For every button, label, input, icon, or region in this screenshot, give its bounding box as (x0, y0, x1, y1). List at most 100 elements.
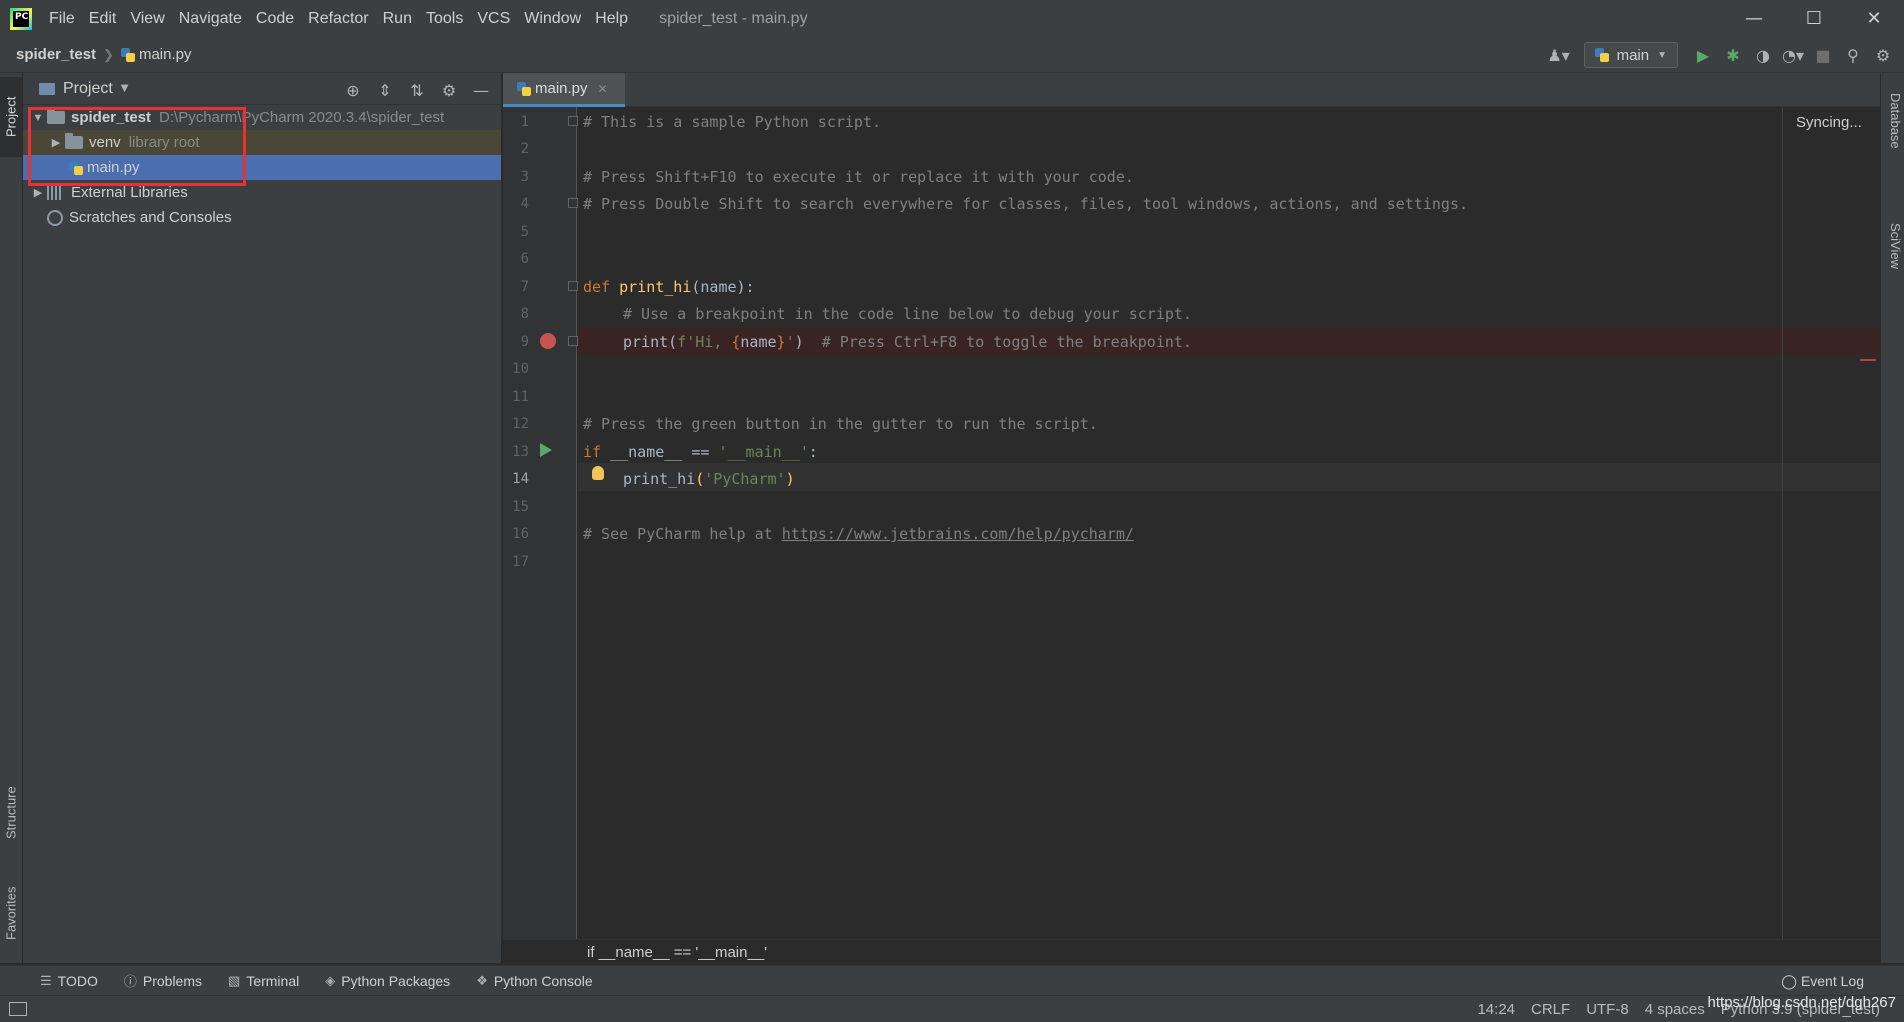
project-panel-header: Project ▼ ⊕ ⇕ ⇅ ⚙ — (23, 73, 501, 105)
breakpoint-icon[interactable] (540, 333, 556, 349)
file-encoding[interactable]: UTF-8 (1586, 1001, 1629, 1018)
minimize-button[interactable]: — (1724, 0, 1784, 37)
toggle-tool-windows-icon[interactable] (9, 1002, 27, 1016)
menu-navigate[interactable]: Navigate (172, 0, 249, 37)
run-icon[interactable]: ▶ (1688, 40, 1718, 70)
collapsed-arrow-icon[interactable]: ▶ (47, 136, 65, 149)
project-root-name: spider_test (71, 109, 152, 126)
code-string: f'Hi, (677, 333, 732, 351)
menu-refactor[interactable]: Refactor (301, 0, 375, 37)
project-view-selector[interactable]: Project (63, 80, 113, 98)
indent-setting[interactable]: 4 spaces (1645, 1001, 1705, 1018)
stop-icon[interactable]: ■ (1808, 40, 1838, 70)
code-structure-breadcrumb[interactable]: if __name__ == '__main__' (503, 939, 1880, 965)
locate-file-icon[interactable]: ⊕ (337, 75, 369, 105)
code-help-link[interactable]: https://www.jetbrains.com/help/pycharm/ (782, 525, 1134, 543)
profile-icon[interactable]: ◔▾ (1778, 40, 1808, 70)
code-string: 'PyCharm' (704, 470, 786, 488)
breadcrumb-file[interactable]: main.py (139, 46, 192, 63)
search-icon[interactable]: ⚲ (1838, 40, 1868, 70)
collapse-all-icon[interactable]: ⇅ (401, 75, 433, 105)
line-number: 10 (512, 361, 529, 377)
toolwin-todo[interactable]: ☰ TODO (40, 973, 98, 989)
menu-view[interactable]: View (123, 0, 171, 37)
fold-marker-icon[interactable] (568, 198, 578, 208)
fold-marker-icon[interactable] (568, 116, 578, 126)
code-line-4: # Press Double Shift to search everywher… (583, 191, 1468, 219)
code-line-16: # See PyCharm help at https://www.jetbra… (583, 521, 1134, 549)
tree-item-main-py[interactable]: main.py (23, 155, 501, 180)
line-number: 17 (512, 554, 529, 570)
hide-panel-icon[interactable]: — (465, 75, 497, 105)
menu-window[interactable]: Window (517, 0, 588, 37)
terminal-icon: ▧ (228, 972, 241, 988)
toolwin-event-log[interactable]: ◯ Event Log (1781, 966, 1864, 996)
code-keyword: def (583, 278, 611, 296)
tree-item-scratches[interactable]: Scratches and Consoles (23, 205, 501, 230)
line-separator[interactable]: CRLF (1531, 1001, 1570, 1018)
line-number-current: 14 (512, 471, 529, 487)
close-window-button[interactable]: ✕ (1844, 0, 1904, 37)
settings-gear-icon[interactable]: ⚙ (1868, 40, 1898, 70)
stripe-database-button[interactable]: Database (1883, 93, 1903, 203)
toolwin-python-console[interactable]: ❖ Python Console (476, 973, 593, 989)
menu-file[interactable]: File (42, 0, 82, 37)
project-panel-tools: ⊕ ⇕ ⇅ ⚙ — (337, 75, 497, 105)
coverage-icon[interactable]: ◑ (1748, 40, 1778, 70)
run-config-label: main (1616, 46, 1650, 64)
breadcrumb-separator-icon: ❯ (103, 46, 114, 62)
tree-item-external-libraries[interactable]: ▶ External Libraries (23, 180, 501, 205)
stripe-favorites-button[interactable]: Favorites (0, 868, 22, 958)
code-text: __name__ == (601, 443, 719, 461)
python-console-icon: ❖ (476, 972, 488, 988)
run-gutter-icon[interactable] (540, 443, 552, 457)
stripe-project-button[interactable]: Project (0, 77, 22, 157)
fold-marker-icon[interactable] (568, 336, 578, 346)
menu-help[interactable]: Help (588, 0, 635, 37)
code-comment: # Press Ctrl+F8 to toggle the breakpoint… (821, 333, 1192, 351)
stripe-sciview-button[interactable]: SciView (1883, 223, 1903, 333)
line-number: 5 (520, 224, 529, 240)
stripe-structure-button[interactable]: Structure (0, 763, 22, 863)
project-root-path: D:\Pycharm\PyCharm 2020.3.4\spider_test (159, 109, 445, 126)
run-configuration-select[interactable]: main ▼ (1583, 42, 1678, 68)
menu-run[interactable]: Run (376, 0, 419, 37)
user-account-icon[interactable]: ♟▾ (1544, 40, 1574, 70)
python-file-icon (517, 81, 531, 96)
debug-icon[interactable]: ✱ (1718, 40, 1748, 70)
code-text: print( (623, 333, 678, 351)
menu-tools[interactable]: Tools (419, 0, 470, 37)
collapsed-arrow-icon[interactable]: ▶ (29, 186, 47, 199)
code-text: name (740, 333, 777, 351)
menu-vcs[interactable]: VCS (470, 0, 517, 37)
navbar-tools: ♟▾ main ▼ ▶ ✱ ◑ ◔▾ ■ ⚲ ⚙ (1544, 37, 1898, 73)
toolwin-python-packages[interactable]: ◈ Python Packages (325, 973, 450, 989)
tab-main-py[interactable]: main.py ✕ (503, 73, 625, 107)
library-icon (47, 185, 65, 200)
line-number: 11 (512, 389, 529, 405)
scratches-icon (47, 209, 63, 226)
close-tab-icon[interactable]: ✕ (598, 82, 608, 96)
menu-code[interactable]: Code (249, 0, 301, 37)
maximize-button[interactable]: ☐ (1784, 0, 1844, 37)
caret-position[interactable]: 14:24 (1477, 1001, 1515, 1018)
intention-bulb-icon[interactable] (592, 466, 604, 480)
navigation-bar: spider_test ❯ main.py ♟▾ main ▼ ▶ ✱ ◑ ◔▾… (0, 37, 1904, 73)
expanded-arrow-icon[interactable]: ▼ (29, 112, 47, 124)
toolwin-label: Python Console (493, 972, 593, 989)
code-line-14: print_hi('PyCharm') (623, 466, 795, 494)
menu-bar: File Edit View Navigate Code Refactor Ru… (42, 0, 635, 37)
code-paren: ) (785, 470, 795, 488)
toolwin-problems[interactable]: ⓘ Problems (124, 971, 202, 990)
error-stripe-mark[interactable] (1860, 359, 1876, 361)
chevron-down-icon[interactable]: ▼ (121, 83, 129, 94)
expand-all-icon[interactable]: ⇕ (369, 75, 401, 105)
breadcrumb-project[interactable]: spider_test (16, 46, 96, 63)
toolwin-label: TODO (57, 972, 98, 989)
fold-marker-icon[interactable] (568, 281, 578, 291)
tree-item-venv[interactable]: ▶ venv library root (23, 130, 501, 155)
tree-item-project-root[interactable]: ▼ spider_test D:\Pycharm\PyCharm 2020.3.… (23, 105, 501, 130)
toolwin-terminal[interactable]: ▧ Terminal (228, 973, 299, 989)
menu-edit[interactable]: Edit (82, 0, 124, 37)
panel-settings-gear-icon[interactable]: ⚙ (433, 75, 465, 105)
